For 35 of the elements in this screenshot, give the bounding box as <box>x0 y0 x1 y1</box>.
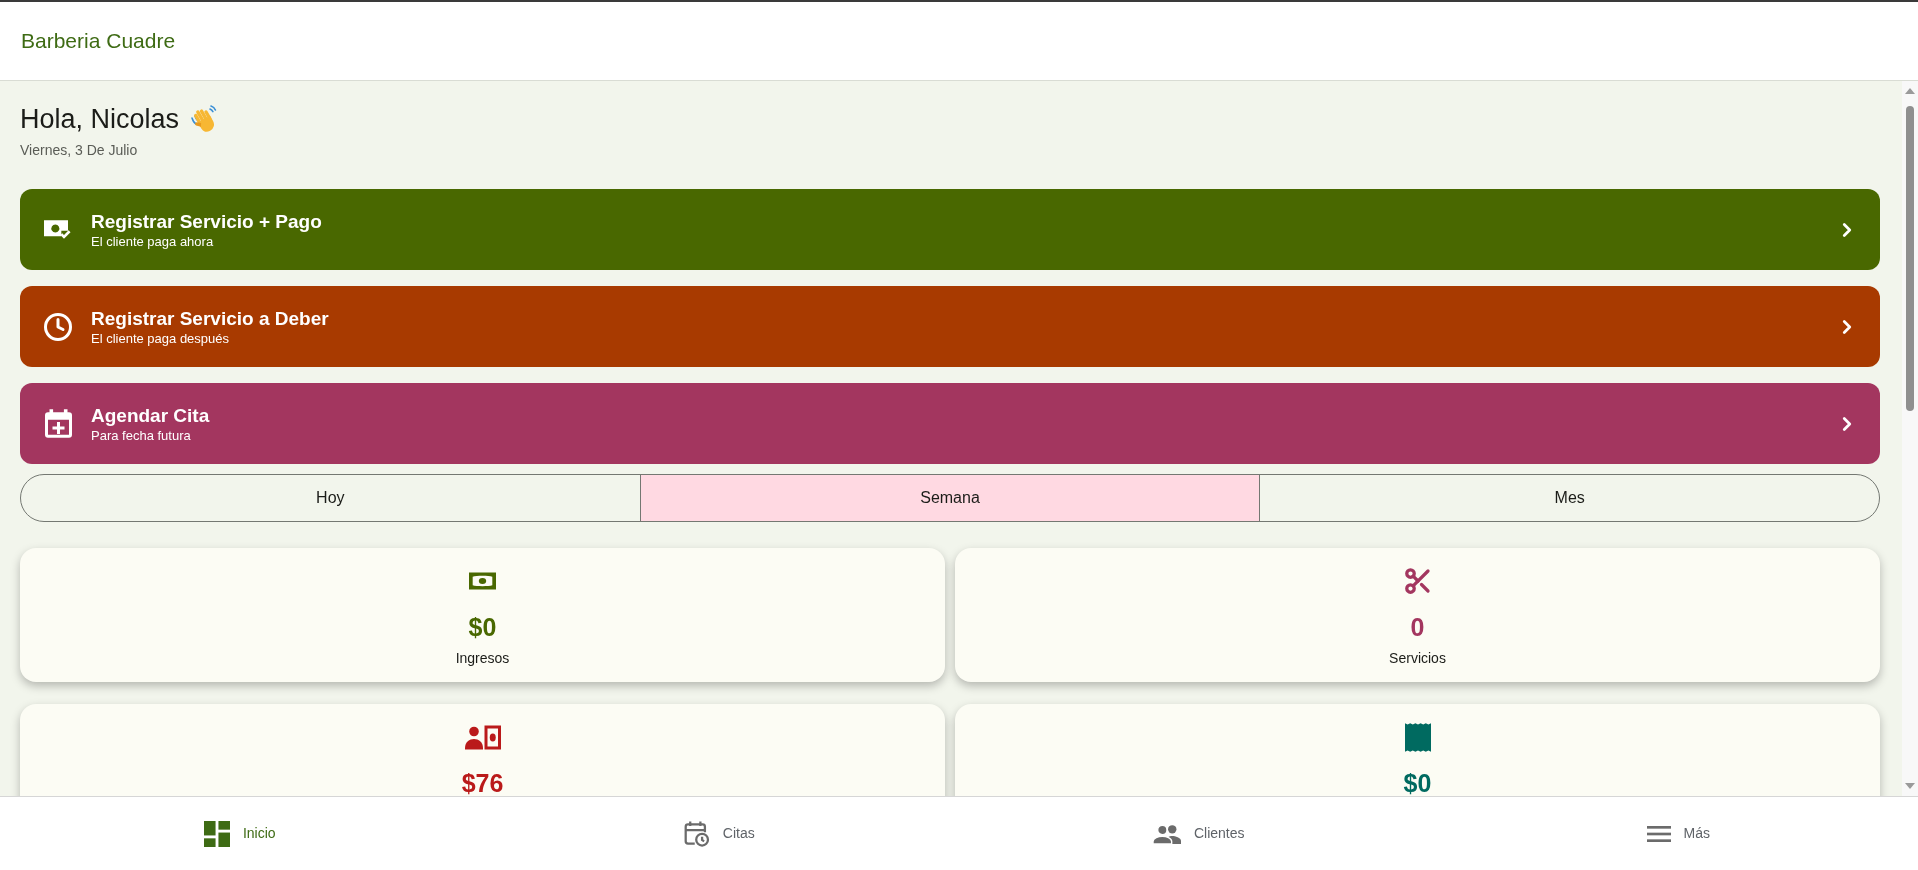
stat-label: Servicios <box>1389 649 1446 668</box>
action-title: Registrar Servicio a Deber <box>91 306 330 330</box>
action-subtitle: Para fecha futura <box>91 426 192 444</box>
action-button[interactable]: Registrar Servicio a Deber El cliente paga después <box>20 286 1880 367</box>
nav-item[interactable]: Citas <box>677 814 761 853</box>
date-text: Viernes, 3 De Julio <box>20 141 139 160</box>
stat-label: Ingresos <box>455 649 510 668</box>
stat-value: 0 <box>1410 612 1425 642</box>
stat-value: $0 <box>468 612 497 642</box>
stat-value: $0 <box>1403 768 1432 796</box>
dashboard-icon <box>203 820 230 847</box>
scroll-down-icon[interactable] <box>1905 783 1915 789</box>
nav-item[interactable]: Inicio <box>197 814 282 853</box>
clock-icon <box>43 311 73 342</box>
action-subtitle: El cliente paga ahora <box>91 232 215 250</box>
scroll-up-icon[interactable] <box>1905 88 1915 94</box>
period-tab[interactable]: Mes <box>1259 475 1879 521</box>
calendar-clock-icon <box>683 820 710 847</box>
period-tab[interactable]: Semana <box>639 475 1260 521</box>
app-title: Barberia Cuadre <box>21 28 176 55</box>
nav-item[interactable]: Clientes <box>1146 817 1251 850</box>
people-icon <box>1152 823 1181 844</box>
calendar-plus-icon <box>44 409 72 438</box>
action-button[interactable]: Agendar Cita Para fecha futura <box>20 383 1880 464</box>
action-title: Registrar Servicio + Pago <box>91 209 323 233</box>
greeting-title: Hola, Nicolas <box>20 103 180 136</box>
menu-icon <box>1646 825 1671 842</box>
period-tab[interactable]: Hoy <box>21 475 640 521</box>
action-title: Agendar Cita <box>91 403 211 427</box>
nav-item[interactable]: Más <box>1640 817 1716 850</box>
banknote-check-icon <box>44 220 72 239</box>
action-button[interactable]: Registrar Servicio + Pago El cliente paga ahora <box>20 189 1880 270</box>
scrollbar-thumb[interactable] <box>1906 106 1914 411</box>
action-subtitle: El cliente paga después <box>91 329 231 347</box>
stat-value: $76 <box>461 768 504 796</box>
